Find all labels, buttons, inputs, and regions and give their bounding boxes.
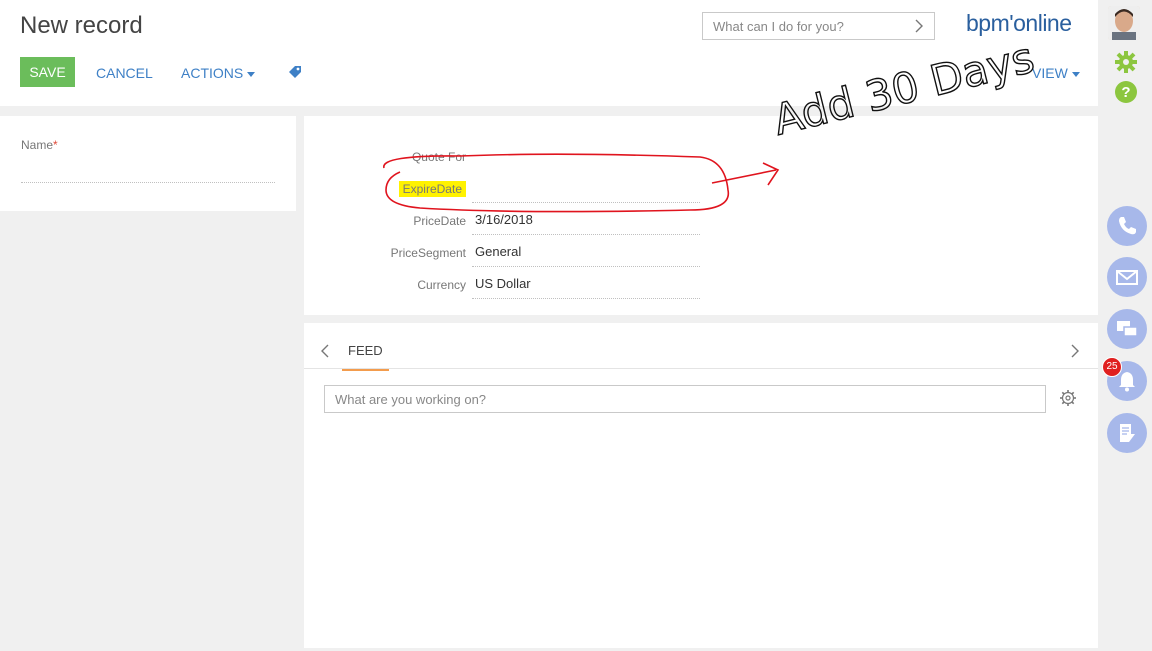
- field-label: ExpireDate: [398, 181, 466, 197]
- page-header: New record SAVE CANCEL ACTIONS bpm'onlin…: [0, 0, 1098, 106]
- field-value[interactable]: US Dollar: [475, 276, 531, 291]
- field-underline: [472, 234, 700, 235]
- gear-icon[interactable]: [1059, 389, 1077, 407]
- field-label: Currency: [417, 278, 466, 292]
- phone-icon: [1119, 217, 1136, 235]
- tab-divider: [304, 368, 1098, 369]
- chat-icon: [1117, 321, 1138, 337]
- chevron-left-icon[interactable]: [320, 344, 330, 358]
- help-icon[interactable]: ?: [1114, 80, 1138, 104]
- feed-panel: FEED: [304, 323, 1098, 648]
- field-expire-date: ExpireDate: [304, 176, 704, 204]
- field-underline: [472, 298, 700, 299]
- chevron-right-icon[interactable]: [1070, 344, 1080, 358]
- email-button[interactable]: [1107, 257, 1147, 297]
- document-icon: [1120, 424, 1135, 442]
- user-avatar[interactable]: [1108, 6, 1140, 40]
- field-value[interactable]: General: [475, 244, 521, 259]
- notification-count-badge: 25: [1102, 357, 1122, 377]
- actions-label: ACTIONS: [181, 65, 244, 81]
- caret-down-icon: [1071, 71, 1080, 77]
- name-input[interactable]: [21, 182, 275, 183]
- field-value[interactable]: 3/16/2018: [475, 212, 533, 227]
- process-button[interactable]: [1107, 413, 1147, 453]
- chat-button[interactable]: [1107, 309, 1147, 349]
- cancel-button[interactable]: CANCEL: [96, 65, 153, 81]
- feed-post-input[interactable]: [324, 385, 1046, 413]
- required-mark: *: [53, 138, 58, 152]
- field-quote-for: Quote For: [304, 144, 704, 172]
- field-price-segment: PriceSegment General: [304, 240, 704, 268]
- field-label: Quote For: [411, 150, 466, 164]
- svg-text:?: ?: [1121, 84, 1130, 101]
- actions-button[interactable]: ACTIONS: [181, 65, 256, 81]
- save-button[interactable]: SAVE: [20, 57, 75, 87]
- view-label: VIEW: [1032, 65, 1068, 81]
- name-panel: Name*: [0, 116, 296, 211]
- highlighted-label: ExpireDate: [398, 181, 466, 197]
- view-button[interactable]: VIEW: [1032, 65, 1080, 81]
- phone-button[interactable]: [1107, 206, 1147, 246]
- page-title: New record: [20, 12, 143, 39]
- field-label: PriceDate: [413, 214, 466, 228]
- name-label-text: Name: [21, 138, 54, 152]
- field-currency: Currency US Dollar: [304, 272, 704, 300]
- tab-feed[interactable]: FEED: [342, 343, 389, 371]
- caret-down-icon: [247, 71, 256, 77]
- chevron-right-icon[interactable]: [914, 19, 924, 33]
- field-price-date: PriceDate 3/16/2018: [304, 208, 704, 236]
- tag-icon[interactable]: [288, 65, 302, 79]
- fields-panel: Quote For ExpireDate PriceDate 3/16/2018…: [304, 116, 1098, 315]
- field-label: PriceSegment: [390, 246, 466, 260]
- command-search-input[interactable]: [703, 13, 923, 39]
- command-search: [702, 12, 935, 40]
- avatar-image: [1108, 6, 1140, 40]
- field-underline: [472, 202, 700, 203]
- envelope-icon: [1116, 270, 1138, 285]
- bpmonline-logo: bpm'online: [966, 10, 1072, 36]
- gear-icon[interactable]: [1114, 50, 1138, 74]
- field-underline: [472, 266, 700, 267]
- name-label: Name*: [21, 138, 58, 152]
- right-sidebar: ?: [1098, 0, 1152, 651]
